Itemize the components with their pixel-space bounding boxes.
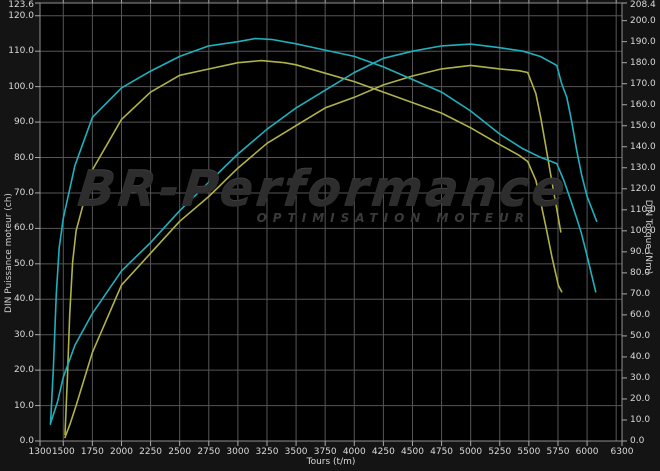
- y-axis-left-title: DIN Puissance moteur (ch): [4, 178, 14, 328]
- plot-border: [40, 3, 622, 441]
- y-right-tick-label: 180.0: [630, 58, 656, 68]
- y-right-tick-label: 0.0: [630, 436, 644, 446]
- y-left-tick-label: 30.0: [0, 330, 34, 340]
- y-left-tick-label: 0.0: [0, 436, 34, 446]
- y-right-tick-label: 30.0: [630, 373, 650, 383]
- y-right-tick-label: 170.0: [630, 79, 656, 89]
- y-right-tick-label: 160.0: [630, 100, 656, 110]
- x-axis-tick-label: 6300: [602, 447, 642, 457]
- y-left-tick-label: 110.0: [0, 46, 34, 56]
- y-right-tick-label: 40.0: [630, 352, 650, 362]
- y-right-tick-label: 10.0: [630, 415, 650, 425]
- y-left-tick-label: 90.0: [0, 117, 34, 127]
- y-right-tick-label: 208.4: [630, 0, 656, 10]
- curve-power_tuned: [51, 44, 597, 423]
- y-left-tick-label: 123.6: [0, 0, 34, 10]
- x-axis-title: Tours (t/m): [231, 457, 431, 467]
- y-left-tick-label: 120.0: [0, 11, 34, 21]
- y-right-tick-label: 140.0: [630, 142, 656, 152]
- y-left-tick-label: 100.0: [0, 82, 34, 92]
- dyno-chart: 123.6120.0110.0100.090.080.070.060.050.0…: [0, 0, 660, 471]
- curve-torque_stock: [65, 61, 562, 435]
- y-right-tick-label: 150.0: [630, 121, 656, 131]
- y-left-tick-label: 80.0: [0, 153, 34, 163]
- y-axis-right-title: DIN Torque (Nm): [643, 162, 653, 312]
- y-right-tick-label: 50.0: [630, 331, 650, 341]
- y-right-tick-label: 200.0: [630, 16, 656, 26]
- curve-torque_tuned: [51, 39, 596, 425]
- y-right-tick-label: 190.0: [630, 37, 656, 47]
- y-left-tick-label: 20.0: [0, 365, 34, 375]
- y-right-tick-label: 20.0: [630, 394, 650, 404]
- y-left-tick-label: 10.0: [0, 401, 34, 411]
- plot-canvas: [0, 0, 660, 471]
- curve-power_stock: [65, 65, 561, 437]
